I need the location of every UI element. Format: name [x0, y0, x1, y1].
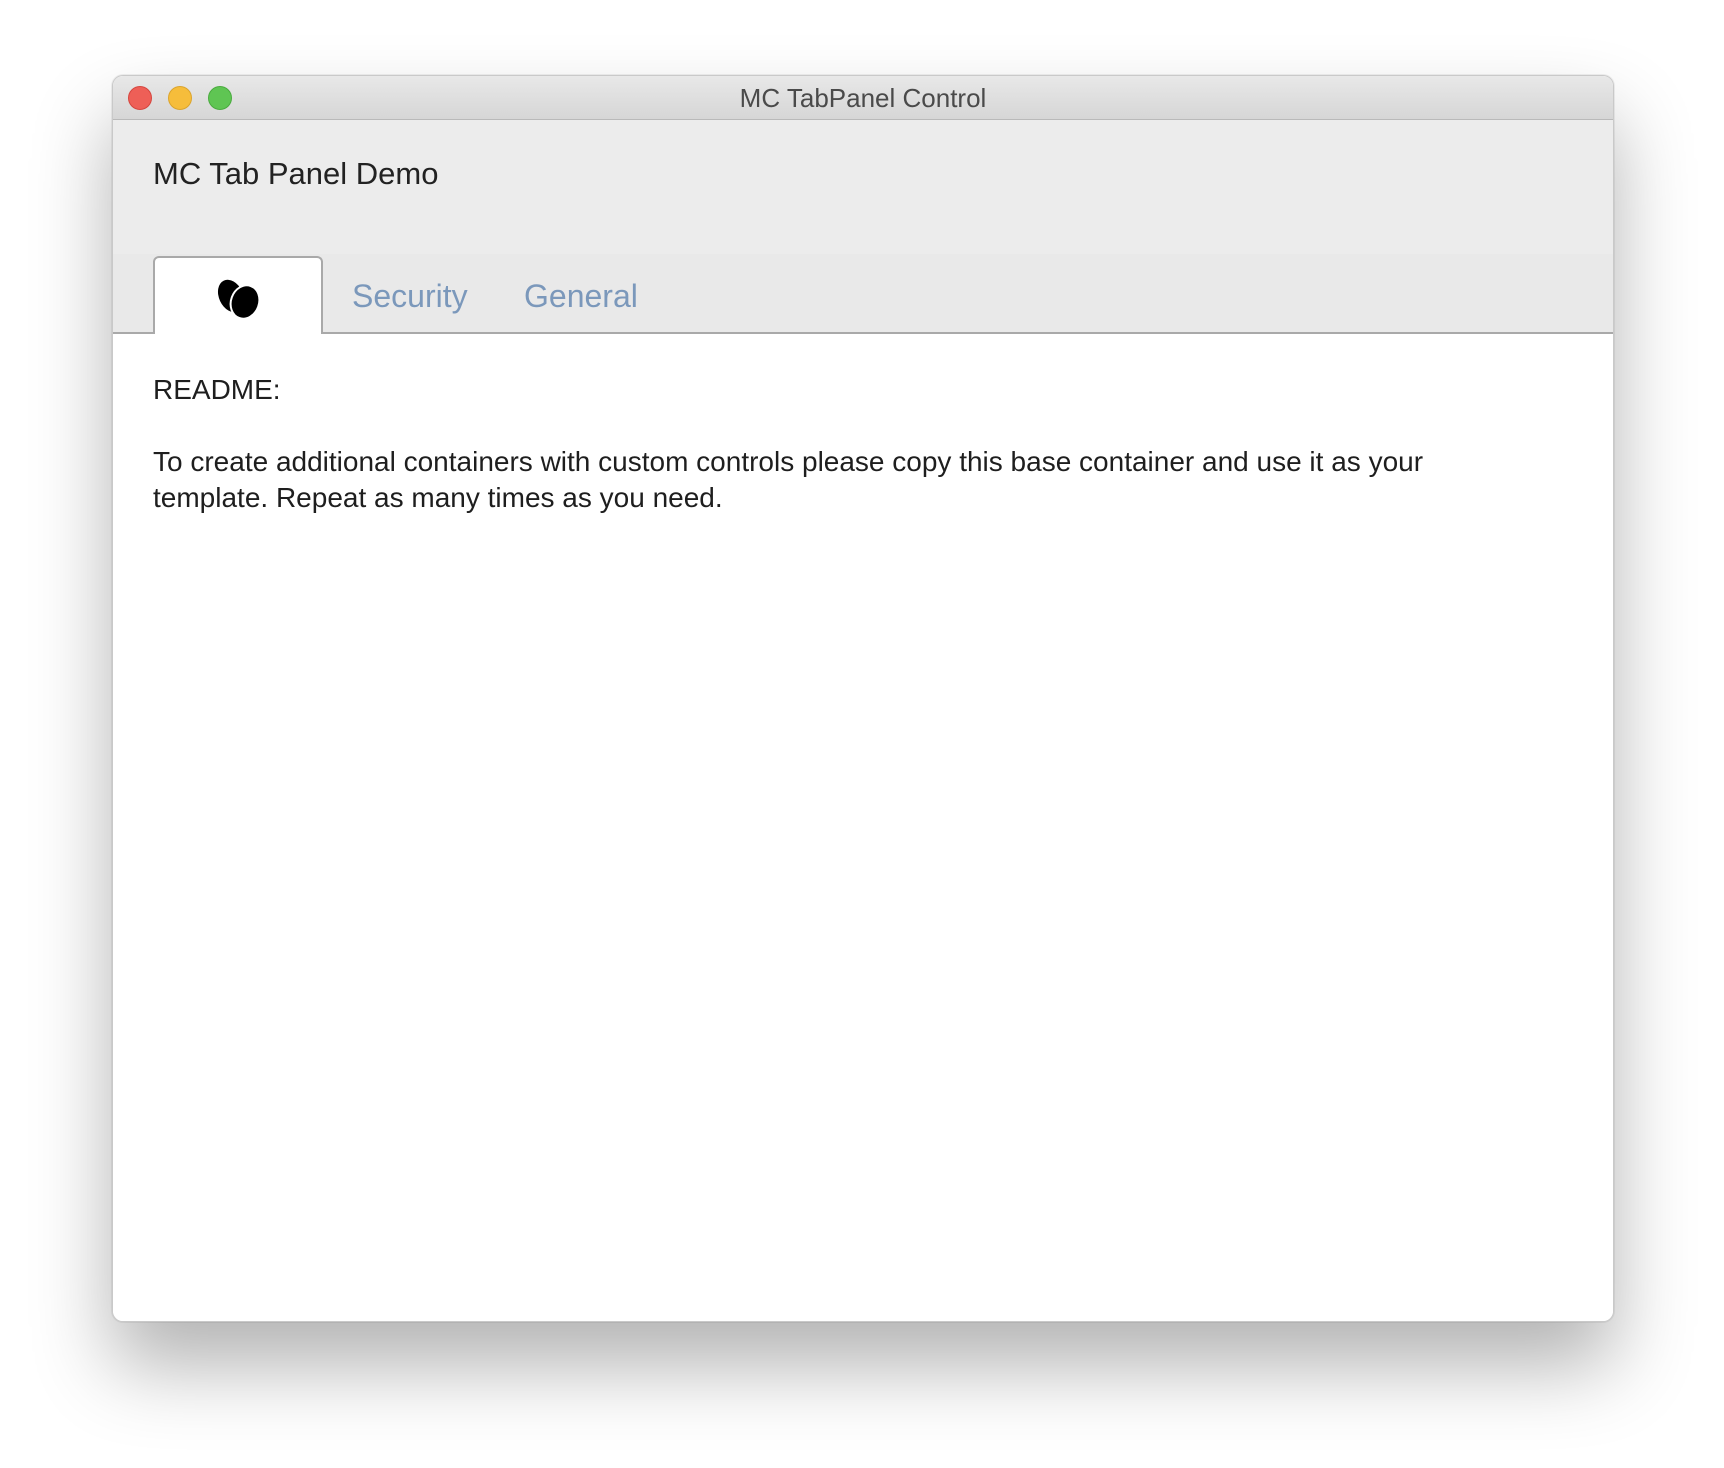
eggs-icon	[217, 279, 261, 320]
title-bar[interactable]: MC TabPanel Control	[113, 76, 1613, 120]
tab-readme[interactable]	[153, 256, 323, 334]
tab-content-panel: README: To create additional containers …	[113, 334, 1613, 1321]
readme-label: README:	[153, 374, 281, 405]
tab-strip: Security General	[113, 254, 1613, 334]
header: MC Tab Panel Demo	[113, 120, 1613, 254]
tab-security[interactable]: Security	[352, 254, 468, 334]
readme-text: To create additional containers with cus…	[153, 446, 1424, 513]
page-title: MC Tab Panel Demo	[153, 156, 439, 191]
app-window: MC TabPanel Control MC Tab Panel Demo Se…	[112, 75, 1614, 1322]
tab-general[interactable]: General	[524, 254, 638, 334]
window-title: MC TabPanel Control	[739, 83, 987, 113]
